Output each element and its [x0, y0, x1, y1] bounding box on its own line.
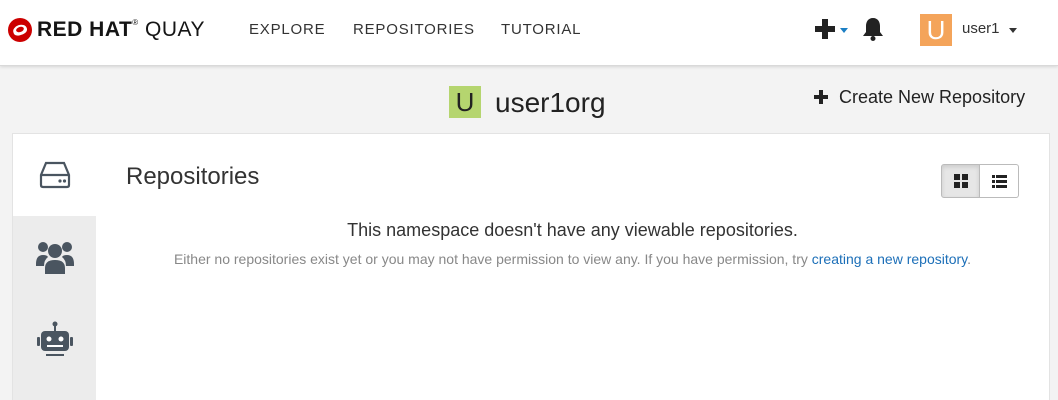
brand-name-part1: RED HAT	[37, 18, 133, 41]
nav-repositories-link[interactable]: REPOSITORIES	[353, 21, 475, 38]
bell-icon	[863, 18, 883, 41]
red-hat-logo-icon	[8, 18, 32, 42]
empty-detail-end: .	[967, 251, 972, 267]
list-icon	[991, 174, 1007, 188]
top-navbar: RED HAT® QUAY EXPLORE REPOSITORIES TUTOR…	[0, 0, 1058, 66]
empty-repositories-message: This namespace doesn't have any viewable…	[347, 220, 798, 240]
brand-logo[interactable]: RED HAT® QUAY	[8, 18, 205, 42]
notifications-button[interactable]	[860, 16, 886, 42]
empty-repositories-detail: Either no repositories exist yet or you …	[126, 251, 1019, 267]
org-title: user1org	[495, 87, 606, 118]
repositories-heading: Repositories	[126, 163, 260, 190]
org-content-panel: Repositories This namespace doesn't have…	[12, 133, 1050, 400]
user-menu-chevron-down-icon[interactable]	[1009, 28, 1017, 33]
tab-teams[interactable]	[13, 216, 96, 298]
nav-tutorial-link[interactable]: TUTORIAL	[501, 21, 581, 38]
plus-icon	[815, 19, 835, 39]
empty-detail-text: Either no repositories exist yet or you …	[173, 251, 812, 267]
create-new-repository-label: Create New Repository	[839, 86, 1026, 107]
nav-explore-link[interactable]: EXPLORE	[249, 21, 325, 38]
org-side-tabs	[13, 134, 96, 400]
tab-repositories[interactable]	[13, 134, 96, 216]
create-dropdown-button[interactable]	[814, 16, 854, 42]
user-avatar[interactable]: U	[920, 14, 952, 46]
tab-robot-accounts[interactable]	[13, 298, 96, 380]
plus-icon	[814, 86, 828, 108]
org-avatar: U	[449, 86, 481, 118]
hard-drive-icon	[39, 161, 70, 189]
create-repository-link[interactable]: creating a new repository	[812, 251, 967, 267]
view-mode-toggle	[941, 164, 1019, 198]
grid-icon	[953, 174, 968, 188]
user-menu-name[interactable]: user1	[962, 20, 1000, 37]
chevron-down-icon	[840, 27, 848, 33]
list-view-button[interactable]	[980, 164, 1019, 198]
users-icon	[35, 242, 74, 274]
brand-name-part2: QUAY	[138, 18, 205, 41]
brand-name: RED HAT® QUAY	[37, 18, 205, 42]
robot-icon	[36, 321, 73, 356]
create-new-repository-button[interactable]: Create New Repository	[814, 86, 1025, 108]
grid-view-button[interactable]	[941, 164, 980, 198]
